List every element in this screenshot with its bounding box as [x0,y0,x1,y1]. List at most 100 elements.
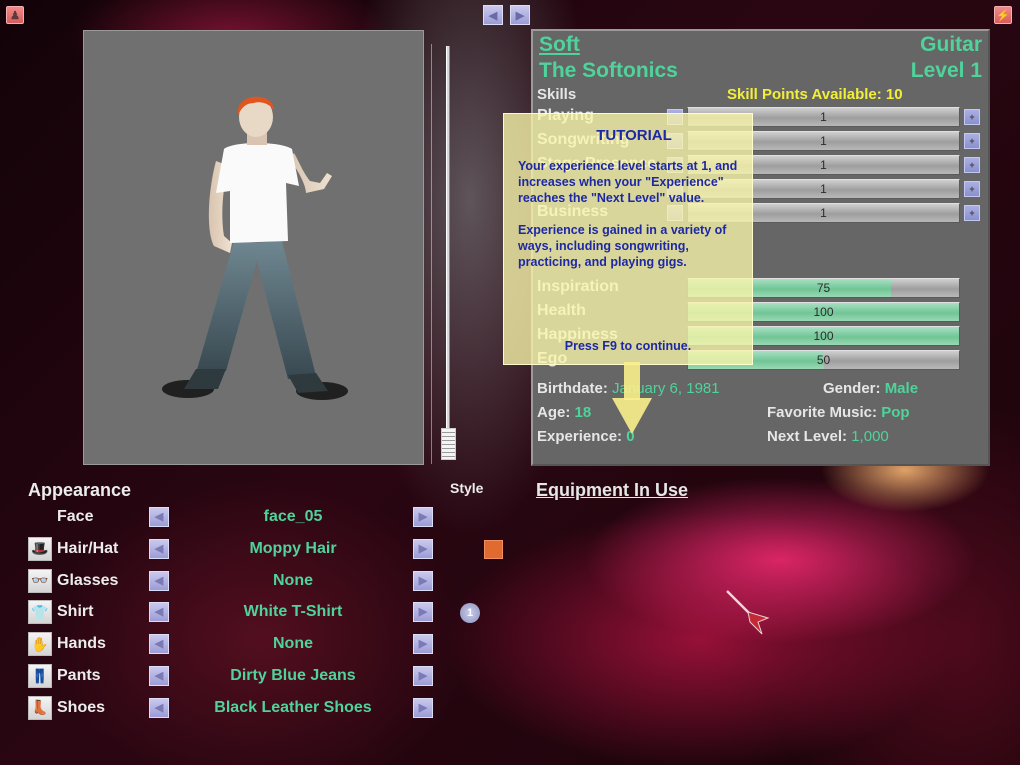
character-menu-button[interactable]: ♟ [6,6,24,24]
appearance-value: None [273,571,313,589]
age-value: 18 [574,404,592,421]
previous-option-button[interactable]: ◀ [149,507,169,527]
plus-icon: + [969,184,975,194]
arrow-left-icon: ◀ [154,574,164,587]
appearance-row: 👢 Shoes ◀ Black Leather Shoes ▶ [28,695,508,723]
previous-option-button[interactable]: ◀ [149,602,169,623]
birthdate-label: Birthdate: [537,380,608,397]
next-character-button[interactable]: ▶ [510,5,530,25]
next-option-button[interactable]: ▶ [413,634,433,655]
arrow-left-icon: ◀ [154,701,164,714]
appearance-label: Glasses [57,571,119,589]
skill-points-available: Skill Points Available: 10 [727,86,903,103]
appearance-row: Face ◀ face_05 ▶ [28,504,508,532]
appearance-row: 🎩 Hair/Hat ◀ Moppy Hair ▶ [28,536,508,564]
hat-icon: 🎩 [28,536,52,561]
skill-increase-button[interactable]: + [964,109,980,125]
arrow-right-icon: ▶ [418,670,428,682]
shirt-style-badge[interactable]: 1 [460,603,480,623]
next-option-button[interactable]: ▶ [413,538,433,559]
tutorial-pointer-arrow-icon [612,362,652,434]
next-option-button[interactable]: ▶ [413,507,433,527]
experience-label: Experience: [537,428,623,445]
appearance-label: Shirt [57,603,94,621]
glasses-icon: 👓 [28,568,52,593]
options-menu-button[interactable]: ⚡ [994,6,1012,24]
appearance-label: Pants [57,667,101,684]
next-option-button[interactable]: ▶ [413,697,433,718]
appearance-label: Shoes [57,698,106,716]
arrow-left-icon: ◀ [154,606,164,619]
shirt-icon: 👕 [28,600,52,625]
zoom-slider-track[interactable] [446,46,450,436]
guitar-cursor-icon [726,590,770,635]
appearance-value: White T-Shirt [243,603,343,621]
zoom-slider-thumb[interactable] [441,428,456,460]
appearance-row: 👖 Pants ◀ Dirty Blue Jeans ▶ [28,663,508,691]
skill-increase-button[interactable]: + [964,205,980,221]
gloves-icon: ✋ [28,632,52,657]
appearance-value: Moppy Hair [249,539,337,557]
pants-icon: 👖 [28,664,52,688]
next-option-button[interactable]: ▶ [413,570,433,591]
favorite-music-label: Favorite Music: [767,404,878,421]
guitar-pick-icon: ⚡ [996,9,1010,22]
tutorial-paragraph: Experience is gained in a variety of way… [518,223,727,269]
boot-icon: 👢 [28,695,52,720]
hair-style-color-swatch[interactable] [484,540,503,559]
appearance-heading: Appearance [28,480,132,500]
appearance-row: 👓 Glasses ◀ None ▶ [28,568,508,596]
plus-icon: + [969,136,975,146]
appearance-value: face_05 [263,508,323,525]
viewport-divider [431,44,432,464]
favorite-music-value: Pop [881,404,910,421]
band-name: The Softonics [539,59,678,82]
appearance-label: Hair/Hat [57,539,119,557]
appearance-value: None [273,635,313,653]
arrow-right-icon: ▶ [418,511,428,523]
gender-value: Male [884,380,919,397]
plus-icon: + [969,112,975,122]
character-preview[interactable] [83,30,424,465]
character-name-link[interactable]: Soft [539,33,580,57]
arrow-left-icon: ◀ [154,670,164,682]
appearance-label: Hands [57,635,106,653]
previous-option-button[interactable]: ◀ [149,570,169,591]
appearance-label: Face [57,508,94,525]
level-label: Level 1 [910,59,982,82]
skill-increase-button[interactable]: + [964,133,980,149]
gender-row: Gender: Male [823,380,918,397]
previous-option-button[interactable]: ◀ [149,666,169,686]
arrow-left-icon: ◀ [488,9,498,22]
arrow-left-icon: ◀ [154,511,164,523]
next-level-value: 1,000 [851,428,889,445]
previous-option-button[interactable]: ◀ [149,538,169,559]
age-label: Age: [537,404,571,421]
next-option-button[interactable]: ▶ [413,666,433,686]
plus-icon: + [969,160,975,170]
arrow-left-icon: ◀ [154,638,164,651]
tutorial-title: TUTORIAL [596,127,672,144]
skills-heading: Skills [537,86,577,103]
appearance-row: ✋ Hands ◀ None ▶ [28,631,508,659]
arrow-right-icon: ▶ [418,606,428,619]
appearance-row: 👕 Shirt ◀ White T-Shirt ▶ [28,599,508,627]
appearance-value: Black Leather Shoes [214,698,372,716]
equipment-heading: Equipment In Use [536,480,689,500]
arrow-left-icon: ◀ [154,542,164,555]
next-level-label: Next Level: [767,428,848,445]
previous-option-button[interactable]: ◀ [149,634,169,655]
skill-increase-button[interactable]: + [964,181,980,197]
tutorial-popup[interactable]: TUTORIAL Your experience level starts at… [503,113,753,365]
plus-icon: + [969,208,975,218]
skill-increase-button[interactable]: + [964,157,980,173]
previous-character-button[interactable]: ◀ [483,5,503,25]
arrow-right-icon: ▶ [418,638,428,651]
gender-label: Gender: [823,380,881,397]
previous-option-button[interactable]: ◀ [149,697,169,718]
favorite-music-row: Favorite Music: Pop [767,404,910,421]
arrow-right-icon: ▶ [418,701,428,714]
arrow-right-icon: ▶ [418,574,428,587]
next-level-row: Next Level: 1,000 [767,428,889,445]
next-option-button[interactable]: ▶ [413,602,433,623]
